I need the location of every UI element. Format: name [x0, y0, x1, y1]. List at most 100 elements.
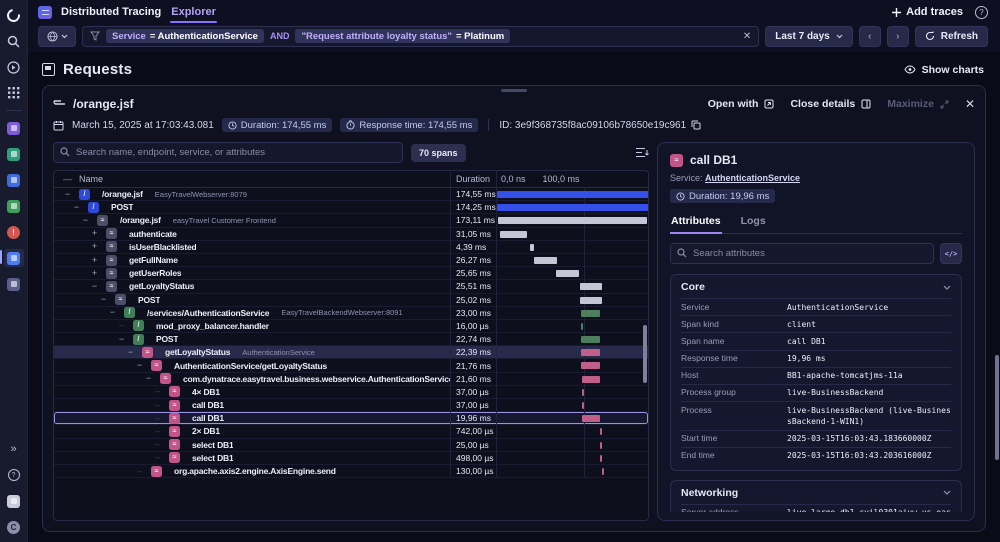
help[interactable]: ? — [4, 466, 24, 484]
tab-logs[interactable]: Logs — [740, 211, 767, 233]
collapse-icon[interactable]: − — [99, 295, 108, 304]
app-services[interactable] — [4, 145, 24, 163]
span-bar[interactable] — [582, 376, 601, 383]
span-bar[interactable] — [581, 323, 583, 330]
span-row[interactable]: +≈authenticate31,05 ms — [54, 228, 648, 241]
collapse-icon[interactable]: − — [90, 282, 99, 291]
tab-attributes[interactable]: Attributes — [670, 211, 722, 233]
span-row[interactable]: –≈select DB1498,00 µs — [54, 452, 648, 465]
app-dashboards[interactable] — [4, 171, 24, 189]
span-bar[interactable] — [602, 468, 604, 475]
span-bar[interactable] — [556, 270, 578, 277]
tree-levels-icon[interactable] — [636, 147, 649, 158]
filter-token-0[interactable]: Service= AuthenticationService — [106, 29, 264, 43]
span-row[interactable]: –/mod_proxy_balancer.handler16,00 µs — [54, 320, 648, 333]
span-bar[interactable] — [497, 191, 648, 198]
span-row[interactable]: +≈isUserBlacklisted4,39 ms — [54, 241, 648, 254]
apps-nav[interactable] — [4, 84, 24, 102]
section-title-row[interactable]: Networking — [681, 487, 951, 504]
app-extensions[interactable] — [4, 275, 24, 293]
collapse-icon[interactable]: − — [117, 335, 126, 344]
span-row[interactable]: −≈com.dynatrace.easytravel.business.webs… — [54, 373, 648, 386]
time-shift-back-button[interactable]: ‹ — [859, 26, 881, 47]
expand-icon[interactable]: + — [90, 269, 99, 278]
span-bar[interactable] — [582, 389, 584, 396]
app-infrastructure[interactable] — [4, 197, 24, 215]
collapse-icon[interactable]: − — [144, 374, 153, 383]
collapse-icon[interactable]: − — [108, 308, 117, 317]
page-scrollbar[interactable] — [995, 355, 999, 460]
span-bar[interactable] — [581, 336, 601, 343]
span-row[interactable]: –≈call DB119,96 ms — [54, 412, 648, 425]
span-row[interactable]: −/POST174,25 ms — [54, 201, 648, 214]
span-row[interactable]: −≈getLoyaltyStatusAuthenticationService2… — [54, 346, 648, 359]
collapse-icon[interactable]: − — [72, 203, 81, 212]
span-row[interactable]: +≈getFullName26,27 ms — [54, 254, 648, 267]
refresh-button[interactable]: Refresh — [915, 26, 988, 47]
span-row[interactable]: –≈org.apache.axis2.engine.AxisEngine.sen… — [54, 465, 648, 478]
section-title-row[interactable]: Core — [681, 281, 951, 298]
collapse-icon[interactable]: − — [81, 216, 90, 225]
span-row[interactable]: –≈select DB125,00 µs — [54, 439, 648, 452]
dynatrace-logo[interactable] — [4, 6, 24, 24]
span-row[interactable]: +≈getUserRoles25,65 ms — [54, 267, 648, 280]
span-bar[interactable] — [534, 257, 557, 264]
show-charts-button[interactable]: Show charts — [904, 64, 984, 76]
app-problems[interactable]: ! — [4, 223, 24, 241]
release-notes[interactable] — [4, 492, 24, 510]
span-bar[interactable] — [600, 442, 602, 449]
span-bar[interactable] — [581, 310, 601, 317]
span-bar[interactable] — [580, 283, 602, 290]
span-bar[interactable] — [498, 217, 648, 224]
span-bar[interactable] — [580, 297, 602, 304]
clear-filter-icon[interactable]: ✕ — [743, 31, 751, 42]
span-bar[interactable] — [500, 231, 527, 238]
waterfall-scrollbar[interactable] — [643, 325, 647, 383]
span-row[interactable]: −≈AuthenticationService/getLoyaltyStatus… — [54, 359, 648, 372]
span-row[interactable]: –≈call DB137,00 µs — [54, 399, 648, 412]
span-bar[interactable] — [497, 204, 647, 211]
chevron-down-icon[interactable] — [943, 285, 951, 290]
span-bar[interactable] — [530, 244, 534, 251]
span-row[interactable]: −≈getLoyaltyStatus25,51 ms — [54, 280, 648, 293]
close-icon[interactable]: ✕ — [965, 97, 975, 111]
span-row[interactable]: −//services/AuthenticationServiceEasyTra… — [54, 307, 648, 320]
expand-icon[interactable]: + — [90, 229, 99, 238]
copy-icon[interactable] — [691, 120, 701, 130]
span-row[interactable]: –≈4× DB137,00 µs — [54, 386, 648, 399]
close-details-button[interactable]: Close details — [790, 98, 871, 110]
span-bar[interactable] — [600, 428, 602, 435]
resize-handle[interactable] — [501, 89, 527, 92]
span-row[interactable]: −≈POST25,02 ms — [54, 294, 648, 307]
help-icon[interactable]: ? — [975, 6, 988, 19]
observe-nav[interactable] — [4, 58, 24, 76]
span-search-input[interactable] — [53, 142, 403, 163]
span-bar[interactable] — [581, 362, 600, 369]
collapse-all-icon[interactable]: — — [63, 174, 72, 184]
attribute-search-input[interactable] — [670, 243, 934, 264]
code-view-button[interactable]: </> — [940, 243, 962, 264]
service-link[interactable]: AuthenticationService — [705, 173, 800, 183]
app-kubernetes[interactable] — [4, 119, 24, 137]
tab-explorer[interactable]: Explorer — [170, 1, 217, 23]
collapse-icon[interactable]: − — [135, 361, 144, 370]
search-nav[interactable] — [4, 32, 24, 50]
span-bar[interactable] — [600, 455, 602, 462]
span-bar[interactable] — [582, 402, 584, 409]
open-with-button[interactable]: Open with — [708, 98, 775, 110]
span-bar[interactable] — [582, 415, 599, 422]
expand-icon[interactable]: + — [90, 256, 99, 265]
chevron-down-icon[interactable] — [943, 490, 951, 495]
span-row[interactable]: –≈2× DB1742,00 µs — [54, 425, 648, 438]
add-traces-button[interactable]: Add traces — [892, 6, 963, 18]
filter-input[interactable]: Service= AuthenticationServiceAND"Reques… — [82, 26, 759, 47]
time-shift-forward-button[interactable]: › — [887, 26, 909, 47]
filter-token-2[interactable]: "Request attribute loyalty status"= Plat… — [295, 29, 510, 43]
user-avatar[interactable]: C — [4, 518, 24, 536]
span-bar[interactable] — [581, 349, 600, 356]
app-distributed-tracing[interactable] — [4, 249, 24, 267]
expand-icon[interactable]: + — [90, 242, 99, 251]
name-column-header[interactable]: Name — [79, 174, 103, 184]
span-row[interactable]: −≈/orange.jsfeasyTravel Customer Fronten… — [54, 214, 648, 227]
maximize-button[interactable]: Maximize — [887, 98, 949, 110]
